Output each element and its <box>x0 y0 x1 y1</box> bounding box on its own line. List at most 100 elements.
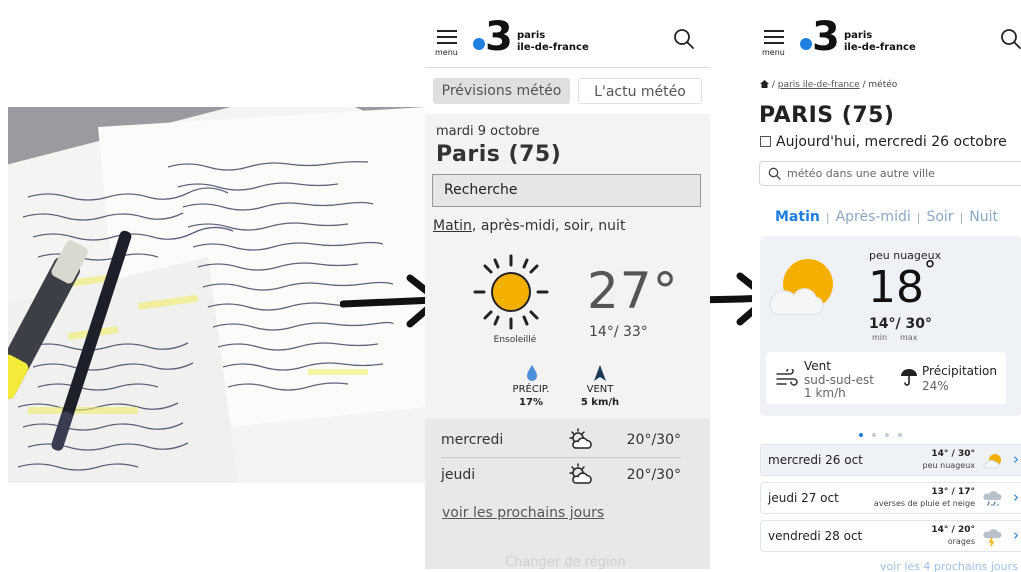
current-temperature: 27° <box>587 262 679 320</box>
forecast-date-row: Aujourd'hui, mercredi 26 octobre <box>760 134 1007 150</box>
logo-number: 3 <box>485 14 513 60</box>
forecast-temps: 13° / 17° <box>931 487 975 497</box>
chevron-right-icon: › <box>1013 488 1019 506</box>
condition-label: Ensoleillé <box>493 335 537 345</box>
logo-region-line2: ile-de-france <box>844 42 916 53</box>
rain-snow-icon <box>983 491 1002 506</box>
period-selector: Matin, après-midi, soir, nuit <box>433 218 625 234</box>
wind-direction-icon <box>594 365 606 381</box>
day-temperatures: 20°/30° <box>626 432 681 448</box>
divider <box>441 457 681 458</box>
chevron-right-icon: › <box>1013 526 1019 544</box>
logo-region-line1: paris <box>517 30 546 41</box>
carousel-dots[interactable] <box>859 422 919 437</box>
min-max-temperature: 14°/ 33° <box>589 324 648 340</box>
next-days-link[interactable]: voir les prochains jours <box>442 505 604 521</box>
wind-icon <box>776 369 798 386</box>
current-weather-panel: mardi 9 octobre Paris (75) Recherche Mat… <box>425 114 710 419</box>
next-days-link[interactable]: voir les 4 prochains jours <box>880 560 1018 572</box>
tab-previsions[interactable]: Prévisions météo <box>433 78 570 104</box>
forecast-temps: 14° / 30° <box>931 449 975 459</box>
menu-button[interactable]: menu <box>762 28 790 58</box>
menu-label: menu <box>762 48 785 57</box>
current-temperature: 18° <box>868 256 936 313</box>
france3-logo[interactable]: 3 paris ile-de-france <box>473 14 593 60</box>
site-header: menu 3 paris ile-de-france <box>752 8 1021 68</box>
day-row[interactable]: jeudi 20°/30° <box>441 461 681 491</box>
old-weather-page: menu 3 paris ile-de-france Prévisions mé… <box>425 8 710 572</box>
search-button[interactable]: Recherche <box>432 174 701 207</box>
search-icon[interactable] <box>1000 28 1021 50</box>
forecast-day: mercredi 26 oct <box>768 453 863 467</box>
wind-direction: sud-sud-est <box>804 373 874 387</box>
forecast-row[interactable]: jeudi 27 oct 13° / 17° averses de pluie … <box>760 482 1021 514</box>
forecast-row[interactable]: vendredi 28 oct 14° / 20° orages › <box>760 520 1021 552</box>
forecast-condition: peu nuageux <box>922 461 975 470</box>
day-row[interactable]: mercredi 20°/30° <box>441 426 681 456</box>
forecast-temps: 14° / 20° <box>931 525 975 535</box>
tab-apres-midi[interactable]: Après-midi <box>836 209 911 225</box>
wind-label: VENT <box>586 384 614 395</box>
day-name: jeudi <box>441 467 476 483</box>
day-name: mercredi <box>441 432 504 448</box>
max-label: max <box>900 333 918 342</box>
precip-value: 24% <box>922 379 949 393</box>
search-placeholder: météo dans une autre ville <box>787 167 935 180</box>
sun-icon <box>473 254 549 330</box>
temperature-value: 18 <box>868 262 924 313</box>
new-weather-page: menu 3 paris ile-de-france / paris ile-d… <box>752 8 1021 572</box>
carousel-dot[interactable] <box>872 433 876 437</box>
wind-title: Vent <box>804 359 831 373</box>
wind-value: 5 km/h <box>580 397 620 408</box>
tab-actu-meteo[interactable]: L'actu météo <box>578 78 702 104</box>
current-weather-card: peu nuageux 18° 14°/ 30° min max Vent su… <box>760 236 1021 416</box>
logo-region-line1: paris <box>844 30 873 41</box>
city-title: PARIS (75) <box>759 103 895 128</box>
forecast-condition: orages <box>947 537 975 546</box>
wind-speed: 1 km/h <box>804 386 846 400</box>
next-days-panel: mercredi 20°/30° jeudi 20°/30° voir les … <box>425 419 710 570</box>
breadcrumb-link[interactable]: paris ile-de-france <box>778 80 860 90</box>
forecast-row[interactable]: mercredi 26 oct 14° / 30° peu nuageux › <box>760 444 1021 476</box>
tab-soir[interactable]: Soir <box>926 209 953 225</box>
change-region-button[interactable]: Changer de région <box>505 555 626 570</box>
sun-cloud-icon <box>983 454 1001 469</box>
tab-nuit[interactable]: Nuit <box>969 209 998 225</box>
carousel-dot[interactable] <box>898 433 902 437</box>
city-search-input[interactable]: météo dans une autre ville <box>759 161 1021 186</box>
tab-matin[interactable]: Matin <box>775 209 820 225</box>
period-morning-link[interactable]: Matin <box>433 218 472 234</box>
search-icon[interactable] <box>673 28 695 50</box>
min-max-temperature: 14°/ 30° <box>869 316 932 332</box>
city-title: Paris (75) <box>436 142 562 167</box>
chevron-right-icon: › <box>1013 450 1019 468</box>
period-separator: | <box>916 211 921 224</box>
home-icon[interactable] <box>760 80 769 88</box>
period-others: , après-midi, soir, nuit <box>471 218 626 234</box>
sun-cloud-icon <box>569 428 592 449</box>
raindrop-icon <box>527 365 537 381</box>
forecast-condition: averses de pluie et neige <box>873 499 975 508</box>
breadcrumb: / paris ile-de-france / météo <box>760 80 897 90</box>
search-icon <box>768 167 781 180</box>
carousel-dot[interactable] <box>885 433 889 437</box>
menu-button[interactable]: menu <box>435 28 463 58</box>
carousel-dot[interactable] <box>859 433 863 437</box>
site-header: menu 3 paris ile-de-france <box>425 8 710 68</box>
logo-number: 3 <box>812 14 840 60</box>
precip-label: PRÉCIP. <box>512 384 550 395</box>
menu-label: menu <box>435 48 458 57</box>
period-separator: | <box>825 211 830 224</box>
logo-region-line2: ile-de-france <box>517 42 589 53</box>
day-temperatures: 20°/30° <box>626 467 681 483</box>
france3-logo[interactable]: 3 paris ile-de-france <box>800 14 920 60</box>
period-tabs: Matin | Après-midi | Soir | Nuit <box>775 209 998 225</box>
precip-value: 17% <box>519 397 543 408</box>
storm-icon <box>983 529 1002 546</box>
forecast-date: Aujourd'hui, mercredi 26 octobre <box>776 134 1007 150</box>
forecast-day: jeudi 27 oct <box>768 491 839 505</box>
umbrella-icon <box>901 369 917 386</box>
breadcrumb-current: météo <box>868 80 898 90</box>
forecast-day: vendredi 28 oct <box>768 529 863 543</box>
sun-cloud-icon <box>569 463 592 484</box>
